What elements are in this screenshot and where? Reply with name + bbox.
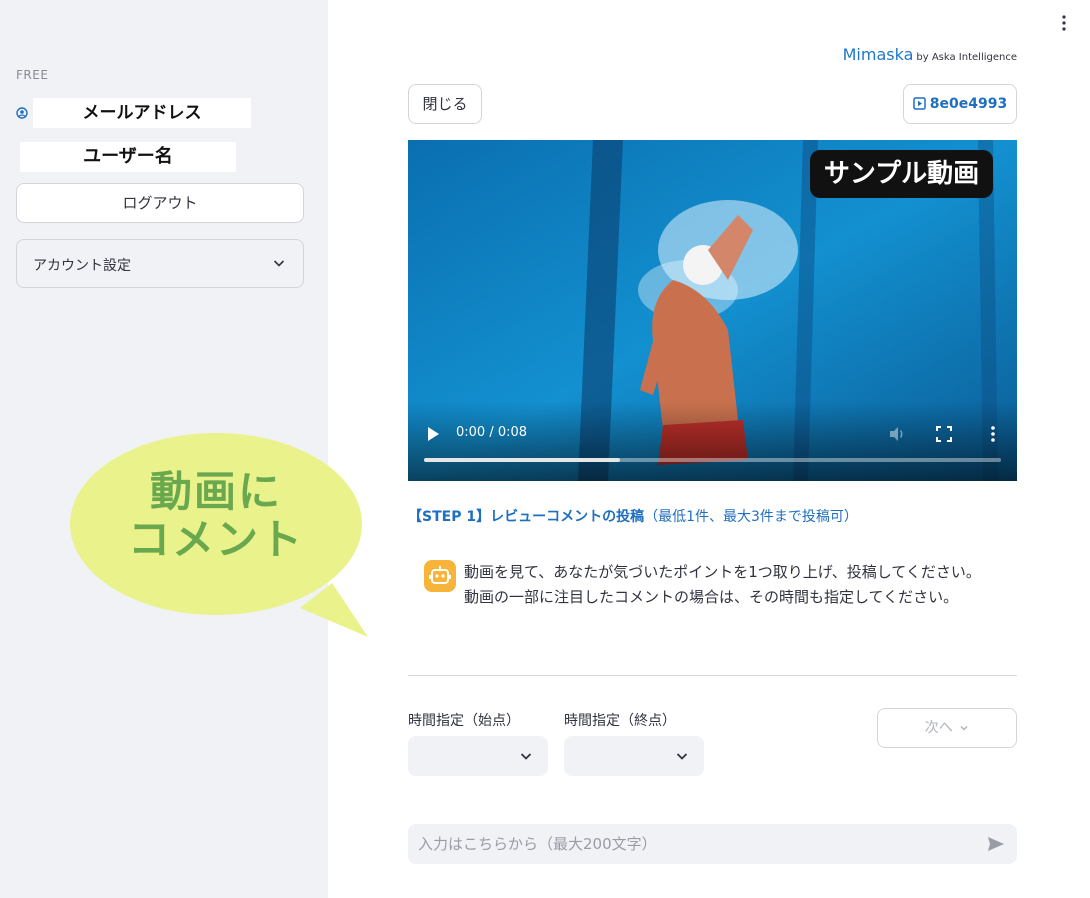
step-title: 【STEP 1】レビューコメントの投稿（最低1件、最大3件まで投稿可） xyxy=(408,506,858,526)
video-progress-bar[interactable] xyxy=(424,458,1001,462)
divider xyxy=(408,675,1017,676)
chevron-down-icon xyxy=(273,260,285,267)
start-time-label: 時間指定（始点） xyxy=(408,713,520,729)
fullscreen-icon[interactable] xyxy=(936,426,952,442)
plan-label: FREE xyxy=(16,68,49,82)
play-square-icon xyxy=(913,97,926,110)
sample-video-label: サンプル動画 xyxy=(810,150,993,198)
video-id: 8e0e4993 xyxy=(929,96,1008,112)
video-player[interactable]: サンプル動画 0:00 / 0:08 xyxy=(408,140,1017,481)
brand-name: Mimaska xyxy=(842,45,914,64)
next-label: 次へ xyxy=(924,720,953,736)
start-time-select[interactable] xyxy=(408,736,548,776)
user-circle-icon xyxy=(16,107,28,119)
chevron-down-icon xyxy=(960,726,968,731)
brand-sub: by Aska Intelligence xyxy=(916,52,1017,63)
send-icon[interactable] xyxy=(986,834,1006,854)
video-time: 0:00 / 0:08 xyxy=(456,425,528,440)
step-title-main: 【STEP 1】レビューコメントの投稿 xyxy=(408,509,645,525)
volume-icon[interactable] xyxy=(888,425,906,443)
assistant-robot-icon xyxy=(424,560,456,592)
instruction-text: 動画を見て、あなたが気づいたポイントを1つ取り上げ、投稿してください。 動画の一… xyxy=(464,560,981,610)
brand: Mimaska by Aska Intelligence xyxy=(843,45,1017,64)
video-progress-fill xyxy=(424,458,621,462)
account-settings-expander[interactable]: アカウント設定 xyxy=(16,239,304,288)
play-icon[interactable] xyxy=(426,426,440,442)
callout-line-1: 動画に xyxy=(149,467,282,516)
callout-text: 動画に コメント xyxy=(70,468,362,564)
video-controls-overlay xyxy=(408,401,1017,481)
more-options-icon[interactable] xyxy=(988,425,998,443)
close-button[interactable]: 閉じる xyxy=(408,84,482,124)
chevron-down-icon xyxy=(520,753,532,760)
next-button[interactable]: 次へ xyxy=(877,708,1017,748)
instruction-line-1: 動画を見て、あなたが気づいたポイントを1つ取り上げ、投稿してください。 xyxy=(464,563,981,581)
chevron-down-icon xyxy=(676,753,688,760)
logout-button[interactable]: ログアウト xyxy=(16,183,304,223)
comment-input[interactable] xyxy=(408,824,1017,864)
end-time-select[interactable] xyxy=(564,736,704,776)
instruction-line-2: 動画の一部に注目したコメントの場合は、その時間も指定してください。 xyxy=(464,588,959,606)
email-label: メールアドレス xyxy=(33,98,251,128)
video-id-button[interactable]: 8e0e4993 xyxy=(903,84,1017,124)
callout-line-2: コメント xyxy=(127,515,304,564)
account-settings-label: アカウント設定 xyxy=(33,258,131,274)
end-time-label: 時間指定（終点） xyxy=(564,713,676,729)
username-label: ユーザー名 xyxy=(20,142,236,172)
step-title-note: （最低1件、最大3件まで投稿可） xyxy=(644,509,858,525)
main-menu-icon[interactable] xyxy=(1058,12,1070,34)
